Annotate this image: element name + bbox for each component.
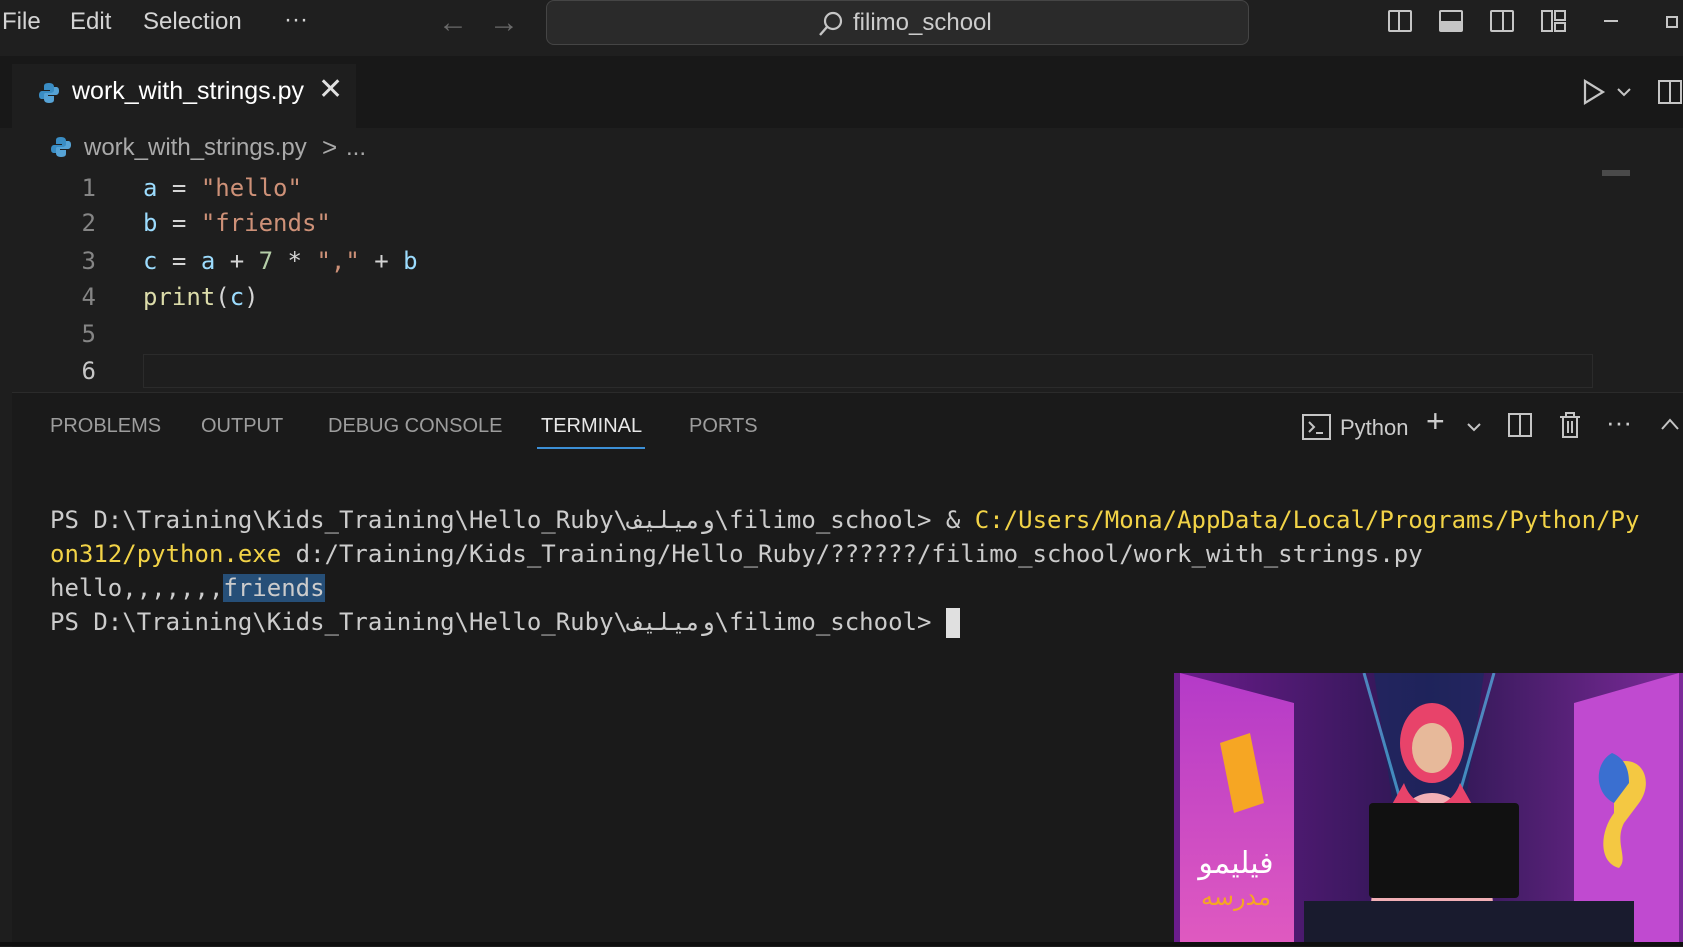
breadcrumb-file[interactable]: work_with_strings.py [84, 134, 307, 162]
code-token: + [359, 247, 404, 275]
code-text: b = "friends" [143, 205, 331, 241]
more-actions-icon[interactable]: ··· [1606, 407, 1632, 438]
code-token: c [143, 247, 158, 275]
minimize-icon[interactable] [1604, 20, 1618, 22]
code-token: "friends" [200, 209, 331, 237]
title-bar: File Edit Selection ··· ← → filimo_schoo… [0, 0, 1683, 56]
tab-output[interactable]: OUTPUT [201, 415, 283, 438]
search-icon [819, 11, 843, 36]
python-file-icon [39, 83, 59, 103]
toggle-panel-icon[interactable] [1439, 10, 1463, 32]
code-text: a = "hello" [143, 170, 302, 206]
terminal-line-2-arg: d:/Training/Kids_Training/Hello_Ruby/???… [281, 540, 1423, 568]
terminal-output-text: hello,,,,,,, [50, 574, 224, 602]
code-token: = [157, 209, 201, 237]
code-line[interactable]: 4 print(c) [0, 279, 1590, 315]
terminal-line-1-prompt: PS D:\Training\Kids_Training\Hello_Ruby\… [50, 506, 975, 534]
status-bar-strip [0, 942, 1683, 946]
webcam-logo-line2: مدرسه [1201, 883, 1271, 911]
tab-title: work_with_strings.py [72, 77, 305, 105]
code-line[interactable]: 6 [0, 353, 1590, 389]
terminal-cursor [945, 608, 960, 638]
minimap[interactable] [1602, 170, 1630, 176]
code-line[interactable]: 1 a = "hello" [0, 170, 1590, 206]
webcam-overlay: فیلیمو مدرسه [1174, 673, 1683, 946]
code-token: * [273, 247, 317, 275]
code-token: c [229, 283, 245, 311]
menu-file[interactable]: File [2, 8, 41, 36]
code-token: a [143, 174, 158, 202]
code-line[interactable]: 2 b = "friends" [0, 205, 1590, 241]
webcam-logo-line1: فیلیمو [1196, 846, 1273, 881]
code-line[interactable]: 5 [0, 316, 1590, 352]
terminal-line-1-command: C:/Users/Mona/AppData/Local/Programs/Pyt… [974, 506, 1640, 534]
line-number: 2 [81, 209, 96, 237]
command-center-search[interactable]: filimo_school [546, 0, 1249, 45]
split-terminal-icon[interactable] [1508, 413, 1532, 437]
line-number: 4 [81, 283, 96, 311]
code-token: = [157, 174, 201, 202]
code-token: + [215, 247, 259, 275]
code-token: "hello" [200, 174, 302, 202]
tab-work-with-strings[interactable]: work_with_strings.py ✕ [12, 64, 356, 128]
code-token: 7 [258, 247, 274, 275]
terminal-shell-label[interactable]: Python [1340, 415, 1409, 441]
menu-more[interactable]: ··· [284, 6, 308, 34]
code-token: print [143, 283, 216, 311]
code-text: print(c) [143, 279, 259, 315]
webcam-video-image: فیلیمو مدرسه [1174, 673, 1683, 946]
breadcrumb-separator: > [322, 132, 338, 162]
active-tab-indicator [537, 447, 645, 449]
line-number: 3 [81, 247, 96, 275]
line-number: 1 [81, 174, 96, 202]
new-terminal-dropdown-icon[interactable] [1466, 421, 1482, 433]
terminal-icon [1302, 414, 1331, 440]
breadcrumb-more[interactable]: ... [346, 134, 366, 162]
trash-icon[interactable] [1558, 411, 1582, 439]
menu-selection[interactable]: Selection [143, 8, 242, 36]
run-dropdown-chevron-icon[interactable] [1616, 86, 1632, 98]
maximize-panel-chevron-icon[interactable] [1660, 417, 1680, 431]
search-text: filimo_school [853, 9, 992, 36]
code-token: ( [215, 283, 230, 311]
tab-ports[interactable]: PORTS [689, 415, 758, 438]
python-file-icon [51, 137, 71, 157]
code-token: b [143, 209, 158, 237]
code-token: "," [316, 247, 360, 275]
new-terminal-icon[interactable]: + [1426, 403, 1445, 440]
code-text: c = a + 7 * "," + b [143, 243, 418, 279]
terminal-line-4-prompt: PS D:\Training\Kids_Training\Hello_Ruby\… [50, 608, 946, 636]
run-python-icon[interactable] [1582, 78, 1606, 106]
customize-layout-icon[interactable] [1541, 10, 1566, 32]
menu-edit[interactable]: Edit [70, 8, 111, 36]
toggle-primary-sidebar-icon[interactable] [1388, 10, 1412, 32]
toggle-secondary-sidebar-icon[interactable] [1490, 10, 1514, 32]
terminal-output[interactable]: PS D:\Training\Kids_Training\Hello_Ruby\… [50, 503, 1639, 639]
code-token: ) [244, 283, 259, 311]
code-token: b [403, 247, 418, 275]
back-arrow-icon[interactable]: ← [438, 6, 468, 40]
code-token: = [157, 247, 201, 275]
restore-icon[interactable] [1666, 16, 1678, 28]
line-number: 6 [81, 357, 96, 385]
code-token: a [200, 247, 216, 275]
forward-arrow-icon[interactable]: → [489, 6, 519, 40]
line-number: 5 [81, 320, 96, 348]
code-line[interactable]: 3 c = a + 7 * "," + b [0, 243, 1590, 279]
close-tab-icon[interactable]: ✕ [318, 72, 343, 107]
tab-terminal[interactable]: TERMINAL [541, 415, 642, 438]
tab-debug-console[interactable]: DEBUG CONSOLE [328, 415, 502, 438]
terminal-selected-text: friends [223, 574, 325, 602]
tab-problems[interactable]: PROBLEMS [50, 415, 161, 438]
split-editor-icon[interactable] [1658, 80, 1682, 104]
terminal-line-2-command: on312/python.exe [50, 540, 282, 568]
